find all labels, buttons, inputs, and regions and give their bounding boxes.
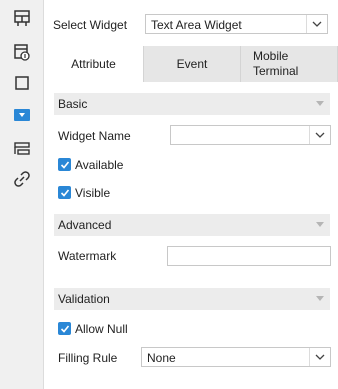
collapse-caret-icon [316,296,324,301]
validation-section-title: Validation [58,292,110,306]
left-toolbar [0,0,44,389]
select-widget-label: Select Widget [53,18,128,32]
select-widget-value: Text Area Widget [151,18,242,32]
dropdown-widget-icon[interactable] [8,104,36,126]
filling-rule-value: None [147,351,176,365]
tab-mobile-terminal-label: Mobile Terminal [253,49,299,78]
tab-mobile-terminal[interactable]: Mobile Terminal [241,46,338,82]
advanced-section-header[interactable]: Advanced [54,214,330,236]
chevron-down-icon[interactable] [309,348,330,366]
allow-null-checkbox[interactable] [58,322,71,335]
link-icon[interactable] [8,167,36,191]
frame-icon[interactable] [8,71,36,95]
available-label: Available [75,158,124,172]
visible-label: Visible [75,186,111,200]
tab-attribute[interactable]: Attribute [44,46,144,82]
visible-checkbox[interactable] [58,186,71,199]
collapse-caret-icon [316,222,324,227]
filling-rule-dropdown[interactable]: None [141,347,331,367]
watermark-label: Watermark [58,249,117,263]
available-checkbox[interactable] [58,158,71,171]
checkmark-icon [60,324,69,333]
watermark-input[interactable] [167,246,331,266]
basic-section-title: Basic [58,97,88,111]
widget-properties-panel: Select Widget Text Area Widget Attribute… [44,0,338,389]
widget-settings-icon[interactable] [8,40,36,64]
allow-null-label: Allow Null [75,322,128,336]
collapse-caret-icon [316,101,324,106]
validation-section-header[interactable]: Validation [54,288,330,310]
advanced-section-title: Advanced [58,218,112,232]
tab-event-label: Event [176,57,208,71]
layers-icon[interactable] [8,136,36,160]
select-widget-dropdown[interactable]: Text Area Widget [145,14,328,34]
filling-rule-label: Filling Rule [58,351,118,365]
grid-layout-icon[interactable] [8,6,36,30]
checkmark-icon [60,188,69,197]
tab-event[interactable]: Event [144,46,241,82]
widget-name-field[interactable] [170,125,331,145]
widget-name-label: Widget Name [58,129,131,143]
basic-section-header[interactable]: Basic [54,93,330,115]
property-tabs: Attribute Event Mobile Terminal [44,46,338,82]
tab-attribute-label: Attribute [71,57,116,71]
chevron-down-icon[interactable] [309,126,330,144]
checkmark-icon [60,160,69,169]
chevron-down-icon[interactable] [306,15,327,33]
